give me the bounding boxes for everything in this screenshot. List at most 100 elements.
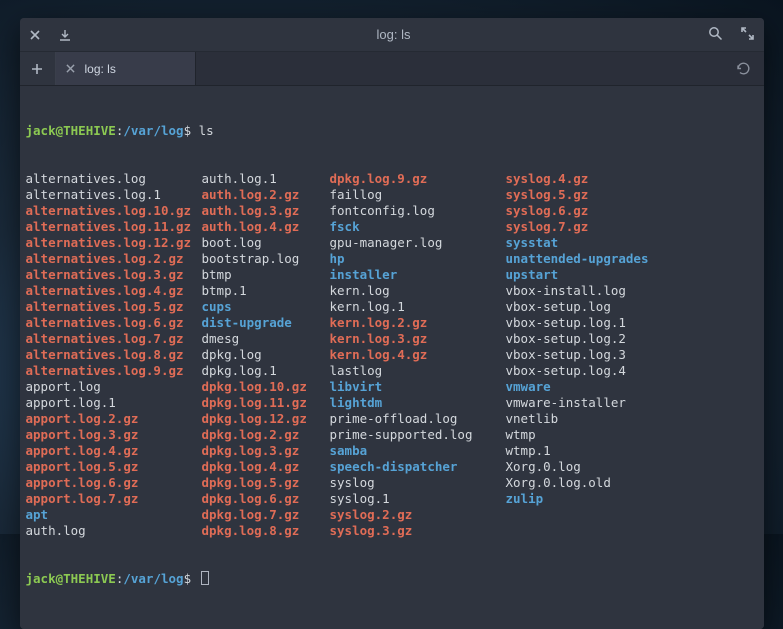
- list-item: alternatives.log: [26, 171, 202, 187]
- list-item: vnetlib: [506, 411, 758, 427]
- list-item: alternatives.log.12.gz: [26, 235, 202, 251]
- command-text: ls: [199, 123, 214, 138]
- list-row: alternatives.log.11.gzauth.log.4.gzfscks…: [26, 219, 758, 235]
- list-item: prime-offload.log: [330, 411, 506, 427]
- list-item: dpkg.log.1: [202, 363, 330, 379]
- list-item: upstart: [506, 267, 758, 283]
- list-item: dpkg.log.5.gz: [202, 475, 330, 491]
- list-item: speech-dispatcher: [330, 459, 506, 475]
- list-row: alternatives.log.8.gzdpkg.logkern.log.4.…: [26, 347, 758, 363]
- ls-output: alternatives.logauth.log.1dpkg.log.9.gzs…: [26, 171, 758, 539]
- list-item: lastlog: [330, 363, 506, 379]
- list-item: sysstat: [506, 235, 758, 251]
- list-item: kern.log.4.gz: [330, 347, 506, 363]
- list-item: alternatives.log.2.gz: [26, 251, 202, 267]
- maximize-button[interactable]: [741, 27, 754, 43]
- list-item: fsck: [330, 219, 506, 235]
- list-row: apport.log.7.gzdpkg.log.6.gzsyslog.1zuli…: [26, 491, 758, 507]
- list-row: alternatives.log.7.gzdmesgkern.log.3.gzv…: [26, 331, 758, 347]
- list-row: alternatives.log.1auth.log.2.gzfaillogsy…: [26, 187, 758, 203]
- tab[interactable]: log: ls: [56, 52, 196, 85]
- list-item: dpkg.log.6.gz: [202, 491, 330, 507]
- list-item: syslog.6.gz: [506, 203, 758, 219]
- list-row: alternatives.log.4.gzbtmp.1kern.logvbox-…: [26, 283, 758, 299]
- list-item: syslog.5.gz: [506, 187, 758, 203]
- list-item: vbox-setup.log.2: [506, 331, 758, 347]
- titlebar[interactable]: log: ls: [20, 18, 764, 52]
- list-row: alternatives.logauth.log.1dpkg.log.9.gzs…: [26, 171, 758, 187]
- list-item: auth.log.1: [202, 171, 330, 187]
- list-item: dpkg.log.2.gz: [202, 427, 330, 443]
- new-tab-button[interactable]: [20, 52, 56, 85]
- list-row: alternatives.log.3.gzbtmpinstallerupstar…: [26, 267, 758, 283]
- list-item: dpkg.log.7.gz: [202, 507, 330, 523]
- window-title: log: ls: [80, 27, 708, 42]
- window-close-button[interactable]: [20, 18, 50, 52]
- expand-icon: [741, 27, 754, 40]
- terminal-body[interactable]: jack@THEHIVE:/var/log$ ls alternatives.l…: [20, 86, 764, 629]
- list-item: kern.log.2.gz: [330, 315, 506, 331]
- terminal-window: log: ls log: ls jack@THEHIVE:/var/log$ l…: [20, 18, 764, 629]
- list-item: [506, 507, 758, 523]
- list-item: gpu-manager.log: [330, 235, 506, 251]
- cursor: [201, 571, 209, 585]
- history-icon: [736, 61, 751, 76]
- prompt-line: jack@THEHIVE:/var/log$: [26, 571, 758, 587]
- list-row: apport.log.2.gzdpkg.log.12.gzprime-offlo…: [26, 411, 758, 427]
- tab-label: log: ls: [85, 62, 116, 76]
- download-icon-button[interactable]: [50, 18, 80, 52]
- list-item: alternatives.log.11.gz: [26, 219, 202, 235]
- close-icon: [30, 30, 40, 40]
- list-item: dpkg.log.9.gz: [330, 171, 506, 187]
- list-item: zulip: [506, 491, 758, 507]
- list-item: syslog.3.gz: [330, 523, 506, 539]
- search-button[interactable]: [708, 26, 723, 44]
- list-item: samba: [330, 443, 506, 459]
- list-item: dmesg: [202, 331, 330, 347]
- list-item: vbox-setup.log.3: [506, 347, 758, 363]
- list-row: apport.log.3.gzdpkg.log.2.gzprime-suppor…: [26, 427, 758, 443]
- list-item: syslog.2.gz: [330, 507, 506, 523]
- list-item: lightdm: [330, 395, 506, 411]
- list-item: syslog.1: [330, 491, 506, 507]
- list-item: hp: [330, 251, 506, 267]
- list-row: alternatives.log.10.gzauth.log.3.gzfontc…: [26, 203, 758, 219]
- list-item: prime-supported.log: [330, 427, 506, 443]
- list-item: apport.log.7.gz: [26, 491, 202, 507]
- list-item: Xorg.0.log: [506, 459, 758, 475]
- list-item: dpkg.log.8.gz: [202, 523, 330, 539]
- list-item: alternatives.log.6.gz: [26, 315, 202, 331]
- plus-icon: [31, 63, 43, 75]
- download-icon: [59, 29, 71, 41]
- list-row: apport.log.6.gzdpkg.log.5.gzsyslogXorg.0…: [26, 475, 758, 491]
- list-item: auth.log.3.gz: [202, 203, 330, 219]
- list-item: dpkg.log.12.gz: [202, 411, 330, 427]
- tab-close-button[interactable]: [66, 61, 75, 76]
- prompt-user: jack@THEHIVE: [26, 123, 116, 138]
- history-button[interactable]: [724, 52, 764, 85]
- list-item: vmware: [506, 379, 758, 395]
- list-item: apport.log.2.gz: [26, 411, 202, 427]
- list-row: alternatives.log.12.gzboot.loggpu-manage…: [26, 235, 758, 251]
- list-row: alternatives.log.5.gzcupskern.log.1vbox-…: [26, 299, 758, 315]
- list-item: apport.log: [26, 379, 202, 395]
- list-item: vbox-setup.log.4: [506, 363, 758, 379]
- list-item: vmware-installer: [506, 395, 758, 411]
- list-item: apport.log.1: [26, 395, 202, 411]
- list-item: kern.log.1: [330, 299, 506, 315]
- list-item: alternatives.log.4.gz: [26, 283, 202, 299]
- list-item: alternatives.log.7.gz: [26, 331, 202, 347]
- list-item: syslog.7.gz: [506, 219, 758, 235]
- list-row: apport.logdpkg.log.10.gzlibvirtvmware: [26, 379, 758, 395]
- prompt-line: jack@THEHIVE:/var/log$ ls: [26, 123, 758, 139]
- list-item: apt: [26, 507, 202, 523]
- list-item: dpkg.log.3.gz: [202, 443, 330, 459]
- list-item: Xorg.0.log.old: [506, 475, 758, 491]
- list-item: vbox-install.log: [506, 283, 758, 299]
- list-item: apport.log.6.gz: [26, 475, 202, 491]
- close-icon: [66, 64, 75, 73]
- tab-bar: log: ls: [20, 52, 764, 86]
- list-row: apport.log.5.gzdpkg.log.4.gzspeech-dispa…: [26, 459, 758, 475]
- list-item: alternatives.log.1: [26, 187, 202, 203]
- list-row: apport.log.4.gzdpkg.log.3.gzsambawtmp.1: [26, 443, 758, 459]
